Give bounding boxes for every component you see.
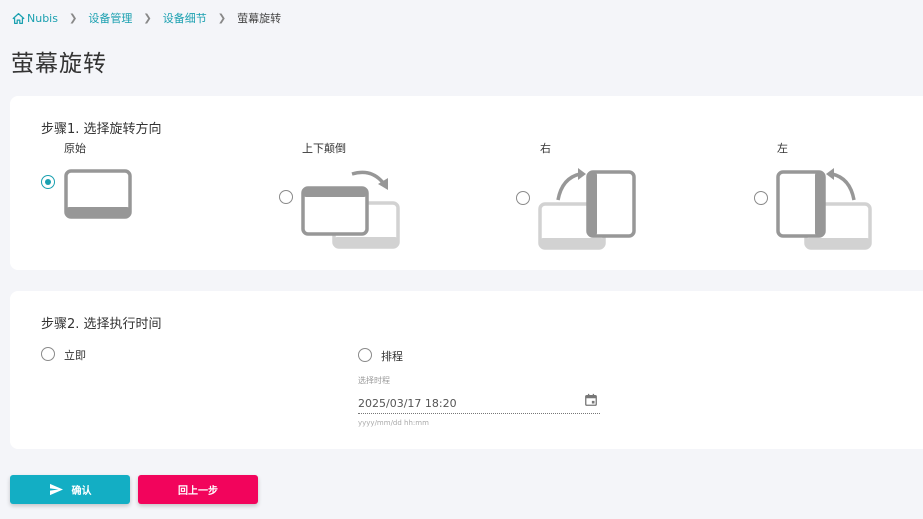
radio-flip[interactable] <box>279 190 293 204</box>
breadcrumb: Nubis ❯ 设备管理 ❯ 设备细节 ❯ 萤幕旋转 <box>12 10 281 26</box>
page-title: 萤幕旋转 <box>11 51 107 77</box>
back-button[interactable]: 回上一步 <box>138 475 258 504</box>
schedule-datetime-field: 选择时程 yyyy/mm/dd hh:mm <box>358 375 600 427</box>
confirm-button[interactable]: 确认 <box>10 475 130 504</box>
schedule-datetime-input[interactable] <box>358 394 568 413</box>
chevron-right-icon: ❯ <box>68 12 78 24</box>
option-right-label: 右 <box>540 142 551 155</box>
landscape-original-icon[interactable] <box>64 169 134 221</box>
rotation-direction-card: 步骤1. 选择旋转方向 原始 上下颠倒 右 左 <box>10 96 923 270</box>
radio-original[interactable] <box>41 175 55 189</box>
rotate-right-icon[interactable] <box>538 166 642 252</box>
radio-left[interactable] <box>754 191 768 205</box>
back-button-label: 回上一步 <box>178 486 218 497</box>
step1-title: 步骤1. 选择旋转方向 <box>41 122 162 137</box>
home-icon[interactable] <box>12 12 25 25</box>
send-icon <box>49 483 63 496</box>
schedule-label: 排程 <box>381 350 403 363</box>
option-original-label: 原始 <box>64 142 86 155</box>
breadcrumb-home-link[interactable]: Nubis <box>27 12 58 25</box>
rotate-left-icon[interactable] <box>774 166 878 252</box>
option-flip-label: 上下颠倒 <box>302 142 346 155</box>
chevron-right-icon: ❯ <box>143 12 152 24</box>
step2-title: 步骤2. 选择执行时间 <box>41 317 162 332</box>
calendar-icon[interactable] <box>584 393 598 407</box>
schedule-input-row <box>358 392 600 414</box>
option-left-label: 左 <box>777 142 788 155</box>
breadcrumb-current: 萤幕旋转 <box>237 12 282 25</box>
breadcrumb-device-management-link[interactable]: 设备管理 <box>88 10 132 26</box>
radio-immediate[interactable] <box>41 347 55 361</box>
breadcrumb-device-detail-link[interactable]: 设备细节 <box>163 10 207 26</box>
radio-right[interactable] <box>516 191 530 205</box>
immediate-label: 立即 <box>64 349 86 362</box>
schedule-field-label: 选择时程 <box>358 376 390 385</box>
chevron-right-icon: ❯ <box>217 12 227 24</box>
execution-time-card: 步骤2. 选择执行时间 立即 排程 选择时程 yyyy/mm/dd hh:mm <box>10 291 923 449</box>
confirm-button-label: 确认 <box>71 486 92 497</box>
radio-schedule[interactable] <box>358 348 372 362</box>
schedule-format-hint: yyyy/mm/dd hh:mm <box>358 419 429 427</box>
rotate-flip-icon[interactable] <box>300 166 404 252</box>
